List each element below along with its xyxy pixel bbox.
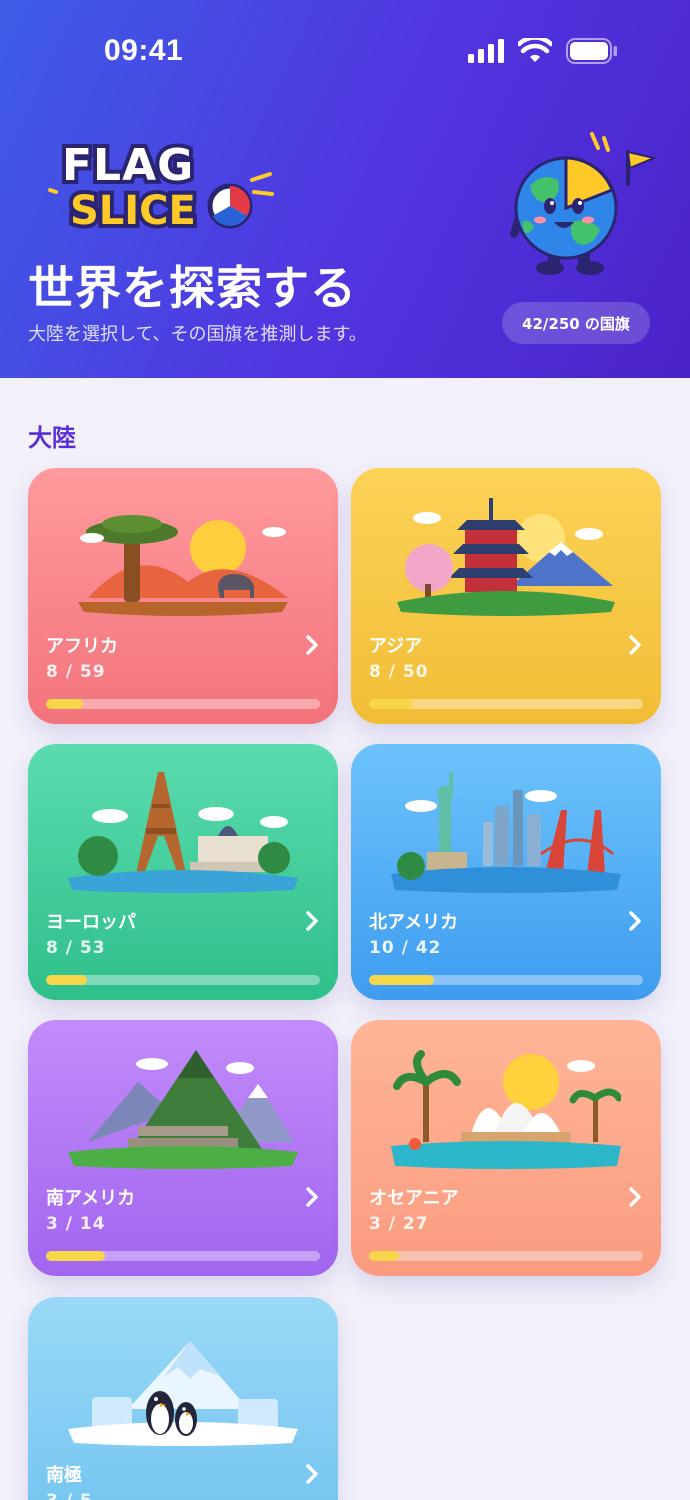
continent-card-africa[interactable]: アフリカ 8 / 59 (28, 468, 338, 724)
progress-fill (46, 1251, 105, 1261)
continent-count: 10 / 42 (369, 938, 442, 958)
continent-name: アジア (369, 636, 423, 657)
continent-name: 北アメリカ (369, 912, 459, 933)
flag-slice-logo: FLAG SLICE (48, 136, 274, 234)
progress-fill (46, 975, 88, 985)
continent-card-antarctica[interactable]: 南極 3 / 5 (28, 1297, 338, 1500)
header: 09:41 FLAG SLICE 世界を探索する 大陸を選択して、その国旗を推測… (0, 0, 690, 378)
continent-card-oceania[interactable]: オセアニア 3 / 27 (351, 1020, 661, 1276)
progress-bar (369, 699, 643, 709)
eiffel-tower-illustration (68, 772, 298, 893)
status-time: 09:41 (104, 34, 184, 67)
flags-progress-badge: 42/250 の国旗 (502, 302, 650, 344)
continent-count: 8 / 50 (369, 662, 429, 682)
cellular-signal-icon (468, 39, 504, 63)
continent-count: 3 / 27 (369, 1214, 429, 1234)
continent-name: オセアニア (369, 1188, 459, 1209)
continent-count: 3 / 14 (46, 1214, 106, 1234)
continent-count: 8 / 59 (46, 662, 106, 682)
statue-of-liberty-illustration (391, 772, 621, 893)
continent-name: 南アメリカ (46, 1188, 136, 1209)
continent-card-europe[interactable]: ヨーロッパ 8 / 53 (28, 744, 338, 1000)
continent-card-asia[interactable]: アジア 8 / 50 (351, 468, 661, 724)
wifi-icon (518, 38, 552, 62)
progress-bar (46, 699, 320, 709)
progress-fill (46, 699, 84, 709)
page-subtitle: 大陸を選択して、その国旗を推測します。 (28, 324, 367, 345)
progress-bar (369, 1251, 643, 1261)
continent-name: ヨーロッパ (46, 912, 136, 933)
section-title-continents: 大陸 (28, 424, 76, 452)
svg-text:SLICE: SLICE (70, 188, 196, 234)
chevron-right-icon (629, 1187, 641, 1207)
machu-picchu-illustration (68, 1050, 298, 1169)
chevron-right-icon (306, 1464, 318, 1484)
progress-bar (369, 975, 643, 985)
continent-count: 3 / 5 (46, 1491, 93, 1500)
chevron-right-icon (306, 1187, 318, 1207)
chevron-right-icon (629, 635, 641, 655)
status-icons (468, 38, 618, 64)
globe-mascot-icon (510, 132, 658, 275)
penguins-iceberg-illustration (68, 1341, 298, 1446)
baobab-savanna-illustration (78, 515, 288, 616)
continent-name: アフリカ (46, 636, 118, 657)
continent-card-north-america[interactable]: 北アメリカ 10 / 42 (351, 744, 661, 1000)
chevron-right-icon (306, 911, 318, 931)
progress-bar (46, 1251, 320, 1261)
progress-bar (46, 975, 320, 985)
battery-icon (566, 38, 617, 64)
pagoda-mount-fuji-illustration (397, 498, 615, 616)
progress-fill (369, 1251, 400, 1261)
continent-count: 8 / 53 (46, 938, 106, 958)
continent-card-south-america[interactable]: 南アメリカ 3 / 14 (28, 1020, 338, 1276)
progress-fill (369, 699, 413, 709)
svg-text:FLAG: FLAG (62, 140, 194, 191)
progress-fill (369, 975, 435, 985)
page-title: 世界を探索する (28, 261, 357, 315)
status-bar: 09:41 (0, 0, 690, 100)
chevron-right-icon (629, 911, 641, 931)
sydney-opera-house-illustration (391, 1050, 621, 1169)
chevron-right-icon (306, 635, 318, 655)
continent-name: 南極 (46, 1465, 82, 1486)
